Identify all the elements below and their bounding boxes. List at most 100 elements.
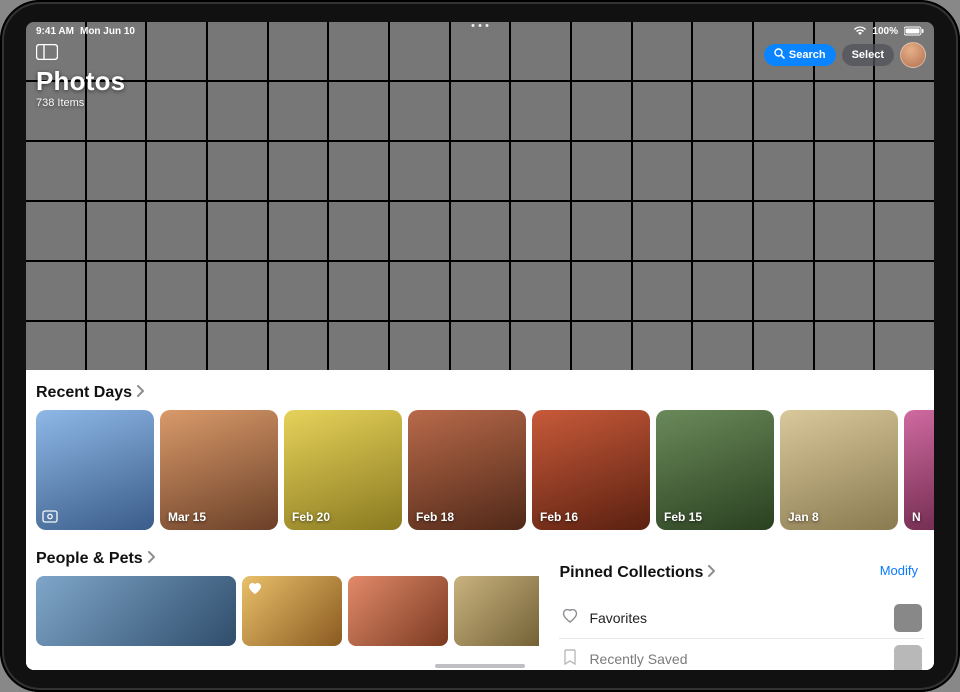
people-pets-header[interactable]: People & Pets (36, 536, 539, 576)
multitask-dots-icon[interactable] (472, 24, 489, 27)
home-indicator (435, 664, 525, 668)
photo-thumbnail[interactable] (26, 202, 85, 260)
photo-thumbnail[interactable] (754, 82, 813, 140)
photo-thumbnail[interactable] (572, 262, 631, 320)
pinned-row-recently-saved[interactable]: Recently Saved (559, 639, 924, 670)
day-card-label: Feb 16 (540, 510, 578, 524)
photo-thumbnail[interactable] (87, 262, 146, 320)
recent-day-card[interactable]: N (904, 410, 934, 530)
photo-thumbnail[interactable] (451, 202, 510, 260)
photo-thumbnail[interactable] (451, 142, 510, 200)
photo-thumbnail[interactable] (875, 202, 934, 260)
photo-thumbnail[interactable] (875, 262, 934, 320)
day-card-label: Feb 20 (292, 510, 330, 524)
pinned-title: Pinned Collections (559, 564, 703, 582)
pinned-row-favorites[interactable]: Favorites (559, 598, 924, 639)
recent-day-card[interactable]: Feb 18 (408, 410, 526, 530)
photo-thumbnail[interactable] (147, 142, 206, 200)
photo-thumbnail[interactable] (390, 142, 449, 200)
pet-card[interactable] (454, 576, 539, 646)
photo-thumbnail[interactable] (633, 262, 692, 320)
photo-thumbnail[interactable] (754, 262, 813, 320)
photo-grid[interactable] (26, 22, 934, 370)
photo-thumbnail[interactable] (693, 142, 752, 200)
photo-thumbnail[interactable] (633, 142, 692, 200)
status-time: 9:41 AM (36, 26, 74, 37)
photo-thumbnail[interactable] (208, 142, 267, 200)
day-card-label: Feb 15 (664, 510, 702, 524)
people-card[interactable] (36, 576, 236, 646)
photo-thumbnail[interactable] (208, 82, 267, 140)
photo-thumbnail[interactable] (511, 142, 570, 200)
search-icon (774, 48, 785, 62)
photo-thumbnail[interactable] (511, 262, 570, 320)
people-card[interactable] (348, 576, 448, 646)
photo-thumbnail[interactable] (693, 82, 752, 140)
recent-day-card[interactable]: Feb 20 (284, 410, 402, 530)
photo-thumbnail[interactable] (390, 202, 449, 260)
photo-thumbnail[interactable] (572, 82, 631, 140)
modify-button[interactable]: Modify (880, 563, 924, 578)
recent-day-card[interactable]: Mar 15 (160, 410, 278, 530)
photo-thumbnail[interactable] (451, 82, 510, 140)
page-title: Photos (36, 66, 125, 97)
photo-thumbnail[interactable] (754, 142, 813, 200)
photo-thumbnail[interactable] (815, 82, 874, 140)
photo-thumbnail[interactable] (815, 142, 874, 200)
recent-day-card[interactable]: Jan 8 (780, 410, 898, 530)
photo-thumbnail[interactable] (815, 262, 874, 320)
photo-thumbnail[interactable] (329, 142, 388, 200)
photo-thumbnail[interactable] (147, 262, 206, 320)
photo-thumbnail[interactable] (26, 262, 85, 320)
photo-thumbnail[interactable] (511, 82, 570, 140)
profile-avatar[interactable] (900, 42, 926, 68)
photo-thumbnail[interactable] (329, 262, 388, 320)
photo-thumbnail[interactable] (511, 202, 570, 260)
photo-thumbnail[interactable] (269, 262, 328, 320)
photo-thumbnail[interactable] (390, 262, 449, 320)
recent-day-card[interactable] (36, 410, 154, 530)
photo-thumbnail[interactable] (633, 82, 692, 140)
sidebar-toggle-button[interactable] (36, 44, 58, 62)
people-card[interactable] (242, 576, 342, 646)
photo-thumbnail[interactable] (26, 142, 85, 200)
photo-thumbnail[interactable] (329, 82, 388, 140)
photo-thumbnail[interactable] (633, 202, 692, 260)
photo-thumbnail[interactable] (754, 202, 813, 260)
screen: 9:41 AM Mon Jun 10 100% Photos 738 Ite (26, 22, 934, 670)
people-pets-title: People & Pets (36, 550, 143, 568)
day-card-label: N (912, 510, 921, 524)
photo-thumbnail[interactable] (87, 142, 146, 200)
photo-thumbnail[interactable] (208, 262, 267, 320)
shared-library-icon (42, 508, 58, 524)
recent-day-card[interactable]: Feb 15 (656, 410, 774, 530)
photo-thumbnail[interactable] (208, 202, 267, 260)
people-pets-row[interactable] (36, 576, 539, 646)
search-button[interactable]: Search (764, 44, 836, 66)
photo-thumbnail[interactable] (269, 202, 328, 260)
recent-days-row[interactable]: Mar 15 Feb 20 Feb 18 Feb 16 Feb 15 Jan 8 N (26, 410, 934, 530)
photo-thumbnail[interactable] (875, 142, 934, 200)
photo-thumbnail[interactable] (390, 82, 449, 140)
pinned-thumbnail (894, 645, 922, 670)
recent-days-header[interactable]: Recent Days (26, 370, 934, 410)
ipad-device-frame: 9:41 AM Mon Jun 10 100% Photos 738 Ite (0, 0, 960, 692)
photo-thumbnail[interactable] (815, 202, 874, 260)
photo-thumbnail[interactable] (572, 142, 631, 200)
photo-thumbnail[interactable] (147, 82, 206, 140)
pinned-collections-header[interactable]: Pinned Collections (559, 550, 715, 590)
select-button[interactable]: Select (842, 44, 894, 66)
select-label: Select (852, 49, 884, 61)
photo-thumbnail[interactable] (147, 202, 206, 260)
photo-thumbnail[interactable] (693, 202, 752, 260)
photo-thumbnail[interactable] (329, 202, 388, 260)
status-date: Mon Jun 10 (80, 26, 135, 37)
photo-thumbnail[interactable] (875, 82, 934, 140)
recent-day-card[interactable]: Feb 16 (532, 410, 650, 530)
photo-thumbnail[interactable] (451, 262, 510, 320)
photo-thumbnail[interactable] (269, 142, 328, 200)
photo-thumbnail[interactable] (87, 202, 146, 260)
photo-thumbnail[interactable] (572, 202, 631, 260)
photo-thumbnail[interactable] (269, 82, 328, 140)
photo-thumbnail[interactable] (693, 262, 752, 320)
